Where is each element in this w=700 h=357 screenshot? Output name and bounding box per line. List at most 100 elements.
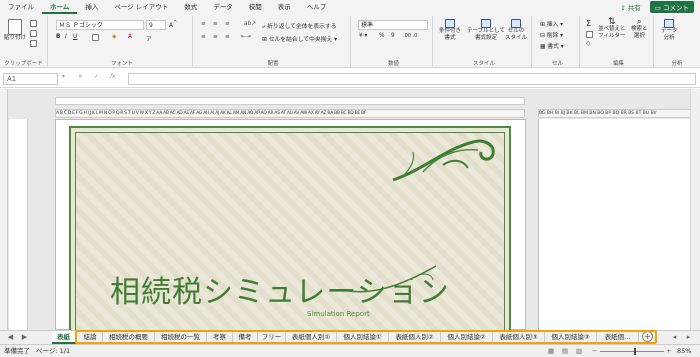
font-name-select[interactable]: ＭＳ Ｐゴシック [56, 20, 144, 30]
conditional-format-button[interactable]: 条件付き 書式 [439, 19, 461, 42]
wrap-text-button[interactable]: ⤶ 折り返して全体を表示する [262, 21, 336, 31]
italic-icon[interactable]: I [65, 34, 67, 40]
sheet-tab[interactable]: 表紙個人別② [389, 331, 441, 344]
grow-font-icon[interactable]: A^ [169, 21, 177, 29]
tab-page-layout[interactable]: ページ レイアウト [106, 0, 176, 14]
autosum-icon[interactable]: Σ [586, 19, 591, 28]
font-color-icon[interactable]: A [128, 34, 132, 40]
decimal-icons[interactable]: .00 .0 [403, 33, 417, 39]
name-box[interactable]: A1 [3, 73, 58, 85]
zoom-in-icon[interactable]: + [666, 345, 671, 357]
fill-icon[interactable] [586, 31, 593, 38]
align-middle-icon[interactable]: ≡ [213, 21, 218, 27]
view-page-break-icon[interactable]: ▥ [576, 345, 582, 357]
sheet-tab[interactable]: 個人別結論② [441, 331, 493, 344]
cut-icon[interactable] [30, 20, 37, 27]
align-left-icon[interactable]: ≡ [201, 34, 206, 40]
font-size-select[interactable]: 9 [146, 20, 166, 30]
tab-insert[interactable]: 挿入 [77, 0, 106, 14]
tab-help[interactable]: ヘルプ [299, 0, 335, 14]
merge-center-button[interactable]: ⊞ セルを結合して中央揃え ▾ [262, 34, 337, 43]
align-center-icon[interactable]: ≡ [213, 34, 218, 40]
sheet-tab[interactable]: フリー [258, 331, 286, 344]
data-analysis-button[interactable]: データ 分析 [661, 19, 678, 42]
clear-icon[interactable]: ◇ [586, 41, 590, 47]
format-as-table-button[interactable]: テーブルとして 書式設定 [467, 19, 505, 42]
underline-icon[interactable]: U [73, 34, 77, 40]
scroll-right-icon[interactable]: ▸ [684, 333, 693, 342]
format-painter-icon[interactable] [30, 40, 37, 47]
cell-styles-icon [511, 19, 521, 28]
comment-button[interactable]: ▭ コメント [649, 1, 694, 13]
sheet-tab[interactable]: 表紙個... [597, 331, 639, 344]
conditional-format-icon [445, 19, 455, 28]
alignment-group-label: 配置 [267, 61, 279, 67]
share-button[interactable]: ⇪ 共有 [615, 1, 646, 13]
tab-data[interactable]: データ [205, 0, 241, 14]
tab-file[interactable]: ファイル [0, 0, 42, 14]
enter-icon[interactable]: ✓ [94, 74, 99, 80]
sheet-tab[interactable]: 相続税の概要 [103, 331, 155, 344]
sheet-tab[interactable]: 個人別結論① [337, 331, 389, 344]
next-sheet-icon[interactable]: ▶ [20, 333, 29, 342]
zoom-slider-thumb[interactable] [634, 348, 636, 355]
share-label: 共有 [627, 4, 641, 12]
name-box-dropdown-icon[interactable]: ▾ [62, 74, 65, 80]
prev-sheet-icon[interactable]: ◀ [6, 333, 15, 342]
sort-filter-button[interactable]: ⇅ 並べ替えと フィルター [598, 18, 626, 40]
sheet-tab[interactable]: 表紙個人別① [286, 331, 337, 344]
sheet-tab[interactable]: 結論 [78, 331, 103, 344]
view-normal-icon[interactable]: ▦ [548, 345, 554, 357]
tab-view[interactable]: 表示 [270, 0, 299, 14]
vertical-scrollbar[interactable] [690, 89, 700, 330]
sheet-tab[interactable]: 個人別結論③ [545, 331, 597, 344]
delete-cells-button[interactable]: ⊟ 削除 ▾ [540, 30, 563, 39]
zoom-slider[interactable] [600, 351, 664, 352]
view-page-layout-icon[interactable]: ▤ [562, 345, 568, 357]
status-bar: 準備完了 ページ: 1/1 ▦ ▤ ▥ − + 85% [0, 344, 700, 357]
column-headers-right: BG BH BI BJ BK BL BM BN BO BP BQ BR BS B… [538, 109, 700, 118]
tab-home[interactable]: ホーム [42, 0, 78, 14]
number-format-select[interactable]: 標準 [358, 20, 428, 30]
print-page-2[interactable] [538, 119, 700, 330]
paste-button[interactable]: 貼り付け [4, 19, 26, 42]
align-bottom-icon[interactable]: ≡ [225, 21, 230, 27]
cancel-icon[interactable]: ✕ [78, 74, 83, 80]
ribbon: 貼り付け クリップボード ＭＳ Ｐゴシック 9 A^ B I U ◈ A ア フ… [0, 14, 700, 68]
percent-icon[interactable]: % [379, 33, 385, 39]
insert-function-icon[interactable]: fx [110, 74, 115, 80]
format-as-table-icon [481, 19, 491, 28]
orientation-icon[interactable]: ab↗ [244, 21, 256, 27]
sheet-tab[interactable]: 備考 [233, 331, 258, 344]
indent-icons[interactable]: ⇤⇥ [241, 34, 251, 40]
copy-icon[interactable] [30, 30, 37, 37]
clipboard-group-label: クリップボード [4, 61, 43, 67]
cell-styles-button[interactable]: セルの スタイル [505, 19, 527, 42]
tab-review[interactable]: 校閲 [241, 0, 270, 14]
styles-group-label: スタイル [472, 61, 495, 67]
insert-cells-button[interactable]: ⊞ 挿入 ▾ [540, 19, 563, 28]
borders-icon[interactable] [92, 34, 99, 41]
scroll-left-icon[interactable]: ◂ [670, 333, 679, 342]
print-page[interactable]: 相続税シミュレーション Simulation Report [55, 119, 526, 331]
fill-color-icon[interactable]: ◈ [112, 34, 116, 40]
sheet-tab-cover[interactable]: 表紙 [52, 331, 76, 344]
status-ready: 準備完了 [4, 347, 30, 355]
bold-icon[interactable]: B [56, 34, 60, 40]
sheet-tab-bar: ◀ ▶ 表紙 結論 相続税の概要 相続税の一覧 考察 備考 フリー 表紙個人別①… [0, 330, 700, 344]
currency-icon[interactable]: ¥ ▾ [359, 33, 367, 39]
format-cells-button[interactable]: ▦ 書式 ▾ [540, 41, 564, 50]
add-sheet-button[interactable]: + [642, 331, 653, 342]
phonetic-icon[interactable]: ア [146, 34, 152, 43]
sheet-tab[interactable]: 考察 [207, 331, 233, 344]
formula-input[interactable] [128, 73, 696, 85]
zoom-level[interactable]: 85% [677, 345, 691, 357]
sheet-tab[interactable]: 相続税の一覧 [155, 331, 207, 344]
comma-icon[interactable]: 9 [391, 33, 395, 39]
tab-formulas[interactable]: 数式 [176, 0, 205, 14]
zoom-out-icon[interactable]: − [592, 345, 597, 357]
sheet-tab[interactable]: 表紙個人別③ [493, 331, 545, 344]
align-top-icon[interactable]: ≡ [201, 21, 206, 27]
find-select-button[interactable]: ⌕ 検索と 選択 [631, 18, 648, 40]
align-right-icon[interactable]: ≡ [225, 34, 230, 40]
